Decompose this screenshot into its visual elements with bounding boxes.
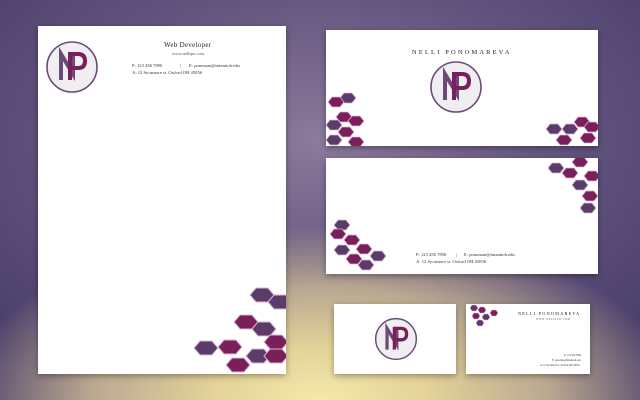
envelope-back: P: 123 456 7890 | E: ponoman@miamioh.edu… [326, 158, 598, 274]
hexagon-pattern-icon [329, 158, 598, 271]
monogram-logo-icon [374, 317, 418, 361]
hexagon-pattern-icon [326, 92, 598, 146]
business-card-front [334, 304, 456, 374]
business-card-back: NELLI PONOMAREVA W W W . N E L L I P O .… [466, 304, 590, 374]
hexagon-pattern-icon [193, 287, 286, 373]
letterhead: NP Web Developer www.nellipo.com P: 123 … [38, 26, 286, 374]
hexagon-pattern-icon [469, 304, 499, 327]
envelope-front: NELLI PONOMAREVA [326, 30, 598, 146]
